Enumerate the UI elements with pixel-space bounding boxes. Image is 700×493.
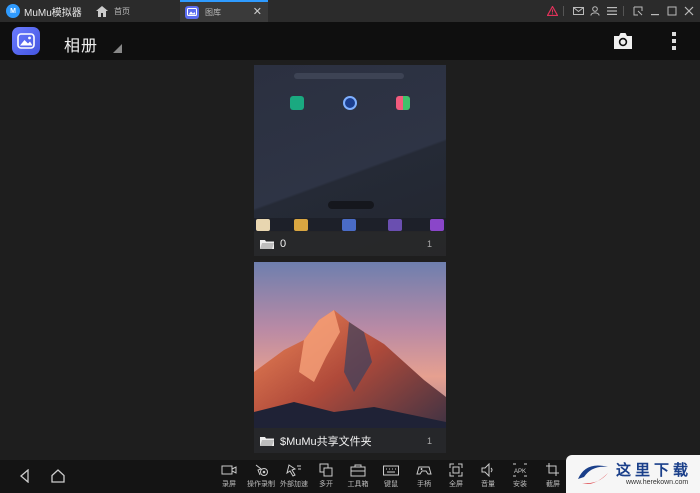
minimize-icon[interactable]	[648, 4, 662, 18]
user-icon[interactable]	[588, 4, 602, 18]
toolbox-icon	[350, 464, 366, 477]
window-controls	[542, 4, 700, 18]
tab-gallery-label: 图库	[205, 7, 221, 17]
tab-home[interactable]: 首页	[92, 0, 180, 22]
tool-volume[interactable]: 音量	[473, 463, 503, 491]
watermark: 这里下载 www.herekown.com	[566, 455, 700, 493]
gamepad-icon	[416, 466, 432, 475]
tool-screenshot[interactable]: 截屏	[538, 463, 568, 491]
watermark-url: www.herekown.com	[626, 479, 689, 486]
record-screen-icon	[221, 465, 237, 475]
screenshot-icon	[546, 463, 559, 476]
alert-icon[interactable]	[545, 4, 559, 18]
watermark-text: 这里下载	[616, 461, 693, 479]
album-info-bar: 0 1	[254, 231, 446, 256]
watermark-logo-icon	[578, 465, 608, 484]
tool-keyboard-mouse[interactable]: 键鼠	[376, 463, 406, 491]
keyboard-icon	[383, 465, 399, 476]
tool-gamepad[interactable]: 手柄	[409, 463, 439, 491]
album-thumbnail	[254, 65, 446, 256]
album-count: 1	[426, 238, 432, 249]
album-name: 0	[280, 237, 287, 250]
tab-close-icon[interactable]: ✕	[253, 5, 262, 18]
app-header: 相册	[0, 22, 700, 60]
pin-window-icon[interactable]	[631, 4, 645, 18]
tool-multi-instance[interactable]: 多开	[311, 463, 341, 491]
camera-icon[interactable]	[612, 31, 634, 51]
apk-install-icon: APK	[513, 463, 527, 477]
page-title: 相册	[64, 38, 99, 55]
tool-fullscreen[interactable]: 全屏	[441, 463, 471, 491]
album-grid: 0 1 $MuMu共享文件夹 1	[0, 60, 700, 460]
close-window-icon[interactable]	[682, 4, 696, 18]
tab-gallery[interactable]: 图库 ✕	[180, 0, 268, 22]
app-title: MuMu模拟器	[24, 7, 82, 19]
folder-icon	[260, 436, 274, 446]
home-icon	[96, 5, 108, 17]
album-info-bar: $MuMu共享文件夹 1	[254, 428, 446, 453]
album-dropdown-icon[interactable]	[113, 44, 122, 53]
home-nav-icon[interactable]	[51, 469, 65, 483]
svg-text:APK: APK	[514, 469, 526, 475]
more-options-icon[interactable]	[670, 32, 678, 50]
mail-icon[interactable]	[571, 4, 585, 18]
fullscreen-icon	[449, 463, 463, 477]
accelerate-icon	[286, 464, 301, 477]
macro-record-icon	[255, 464, 268, 476]
back-icon[interactable]	[18, 469, 32, 483]
window-titlebar: M MuMu模拟器 首页 图库 ✕	[0, 0, 700, 22]
album-thumbnail	[254, 262, 446, 453]
maximize-icon[interactable]	[665, 4, 679, 18]
album-card[interactable]: 0 1	[254, 65, 446, 256]
app-brand: M MuMu模拟器	[0, 0, 92, 22]
volume-icon	[481, 463, 493, 477]
multi-instance-icon	[319, 463, 333, 477]
tool-macro-record[interactable]: 操作录制	[246, 463, 276, 491]
tab-home-label: 首页	[114, 6, 130, 16]
album-name: $MuMu共享文件夹	[280, 435, 372, 448]
folder-icon	[260, 239, 274, 249]
tool-toolbox[interactable]: 工具箱	[343, 463, 373, 491]
tool-record-screen[interactable]: 录屏	[214, 463, 244, 491]
mumu-logo-icon: M	[6, 4, 20, 18]
tool-accelerate[interactable]: 外部加速	[279, 463, 309, 491]
tool-apk-install[interactable]: APK 安装	[505, 463, 535, 491]
gallery-app-icon	[12, 27, 40, 55]
album-count: 1	[426, 435, 432, 446]
menu-icon[interactable]	[605, 4, 619, 18]
gallery-icon	[185, 5, 199, 19]
album-card[interactable]: $MuMu共享文件夹 1	[254, 262, 446, 453]
